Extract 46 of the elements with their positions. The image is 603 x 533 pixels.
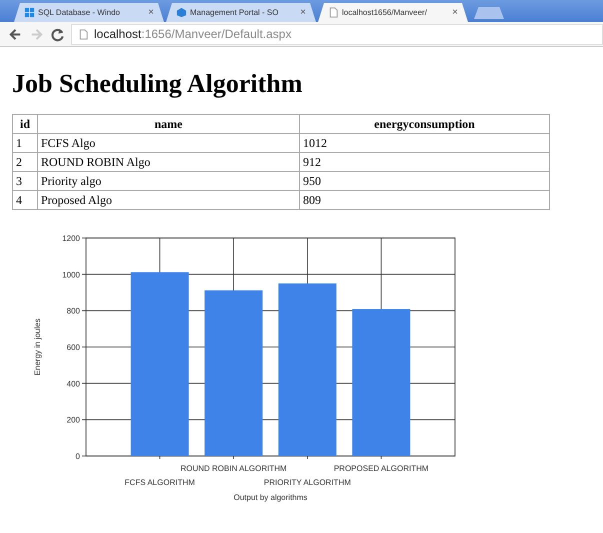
cube-icon <box>176 7 187 18</box>
y-tick-label: 400 <box>66 379 80 388</box>
table-cell: 2 <box>12 152 38 172</box>
back-icon[interactable] <box>8 26 23 42</box>
table-cell: ROUND ROBIN Algo <box>38 152 300 172</box>
browser-tab[interactable]: SQL Database - Windo × <box>14 3 164 22</box>
column-header: energyconsumption <box>300 114 550 134</box>
page-icon <box>328 7 339 18</box>
table-cell: 809 <box>300 190 550 210</box>
x-tick-label: ROUND ROBIN ALGORITHM <box>180 464 287 473</box>
table-cell: Priority algo <box>38 172 300 190</box>
y-tick-label: 1200 <box>62 234 80 243</box>
tab-title: localhost1656/Manveer/ <box>342 8 428 17</box>
y-axis-title: Energy in joules <box>33 318 42 376</box>
page-icon <box>78 28 89 40</box>
table-cell: Proposed Algo <box>38 190 300 210</box>
browser-tab[interactable]: Management Portal - SO × <box>166 3 316 22</box>
column-header: id <box>12 114 38 134</box>
y-tick-label: 0 <box>76 452 80 461</box>
x-tick-label: FCFS ALGORITHM <box>124 478 195 487</box>
page-heading: Job Scheduling Algorithm <box>12 69 304 99</box>
url-text: localhost:1656/Manveer/Default.aspx <box>94 27 292 41</box>
y-tick-label: 1000 <box>62 270 80 280</box>
close-icon[interactable]: × <box>300 7 306 18</box>
table-cell: 950 <box>300 172 550 190</box>
table-cell: 1 <box>12 134 38 152</box>
close-icon[interactable]: × <box>452 7 458 18</box>
y-tick-label: 200 <box>66 416 80 425</box>
x-axis-title: Output by algorithms <box>234 493 308 502</box>
y-tick-label: 600 <box>66 343 80 352</box>
reload-icon[interactable] <box>50 26 65 42</box>
tab-title: Management Portal - SO <box>190 8 280 17</box>
tab-title: SQL Database - Windo <box>38 8 121 17</box>
address-field[interactable]: localhost:1656/Manveer/Default.aspx <box>71 24 603 44</box>
x-tick-label: PRIORITY ALGORITHM <box>264 478 351 487</box>
close-icon[interactable]: × <box>148 7 154 18</box>
table-cell: FCFS Algo <box>38 134 300 152</box>
table-cell: 1012 <box>300 134 550 152</box>
table-cell: 912 <box>300 152 550 172</box>
column-header: name <box>38 114 300 134</box>
x-tick-label: PROPOSED ALGORITHM <box>334 464 429 473</box>
table-cell: 4 <box>12 190 38 210</box>
windows-logo-icon <box>24 7 35 18</box>
browser-tab[interactable]: localhost1656/Manveer/ × <box>318 3 468 22</box>
y-tick-label: 800 <box>66 306 80 316</box>
table-cell: 3 <box>12 172 38 190</box>
